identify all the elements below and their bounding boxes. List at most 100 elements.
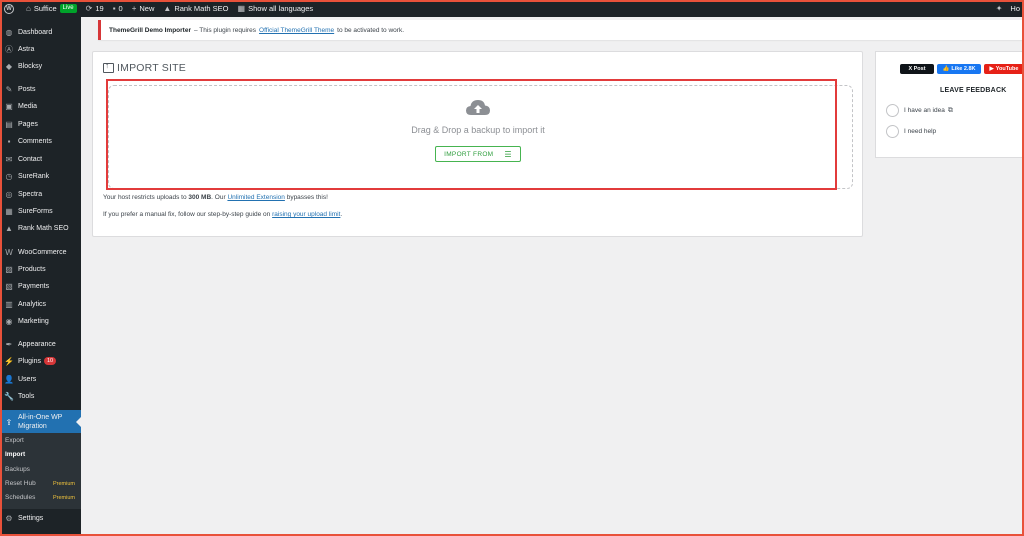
sidebar-item-label: Tools: [18, 392, 35, 400]
x-post-label: X Post: [908, 66, 926, 72]
youtube-label: YouTube: [995, 66, 1019, 72]
sidebar-item-appearance[interactable]: ✒ Appearance: [0, 336, 81, 352]
rankmath-menu[interactable]: ▲ Rank Math SEO: [163, 4, 228, 13]
sidebar-item-payments[interactable]: ▧ Payments: [0, 278, 81, 294]
sidebar-item-posts[interactable]: ✎ Posts: [0, 81, 81, 97]
sidebar-item-label: Products: [18, 265, 46, 273]
sidebar-item-users[interactable]: 👤 Users: [0, 371, 81, 387]
sidebar-item-label: Contact: [18, 155, 43, 163]
sidebar-item-label: Payments: [18, 282, 50, 290]
sidebar-item-label: WooCommerce: [18, 248, 67, 256]
sidebar-item-astra[interactable]: Ⓐ Astra: [0, 41, 81, 57]
unlimited-extension-link[interactable]: Unlimited Extension: [227, 194, 284, 201]
sidebar-item-sureforms[interactable]: ▦ SureForms: [0, 203, 81, 219]
import-site-card: IMPORT SITE: [92, 51, 863, 237]
sidebar-item-label: SureRank: [18, 172, 50, 180]
wp-logo-menu[interactable]: W: [4, 3, 17, 14]
feedback-title: LEAVE FEEDBACK: [940, 87, 1007, 94]
comment-icon: ▪: [112, 4, 116, 13]
sidebar-item-contact[interactable]: ✉ Contact: [0, 151, 81, 167]
sidebar-item-label: Appearance: [18, 340, 56, 348]
sidebar-item-woocommerce[interactable]: W WooCommerce: [0, 244, 81, 260]
drag-drop-text: Drag & Drop a backup to import it: [411, 125, 545, 135]
comments-menu[interactable]: ▪ 0: [113, 4, 123, 13]
notice-text-after: to be activated to work.: [337, 26, 405, 34]
upload-limit-guide-link[interactable]: raising your upload limit: [272, 211, 340, 218]
sidebar-item-label: Rank Math SEO: [18, 224, 69, 232]
import-icon: [103, 61, 114, 73]
products-icon: ▨: [5, 264, 13, 274]
sidebar-item-media[interactable]: ▣ Media: [0, 98, 81, 114]
info-text: bypasses this!: [286, 194, 328, 201]
sidebar-item-label: All-in-One WP Migration: [18, 414, 63, 430]
sureforms-icon: ▦: [5, 206, 13, 216]
updates-icon: ⟳: [85, 4, 93, 13]
page-title-text: IMPORT SITE: [117, 62, 186, 74]
sidebar-item-all-in-one-wp-migration[interactable]: ⇪ All-in-One WP Migration: [0, 410, 81, 434]
sidebar-item-label: Blocksy: [18, 62, 43, 70]
sidebar-item-blocksy[interactable]: ◆ Blocksy: [0, 58, 81, 74]
translate-icon: ▦: [237, 4, 246, 13]
notice-link[interactable]: Official ThemeGrill Theme: [259, 27, 334, 34]
submenu-item-reset-hub[interactable]: Reset Hub Premium: [5, 480, 79, 487]
submenu-item-label: Schedules: [5, 494, 36, 501]
sidebar-item-label: Dashboard: [18, 28, 53, 36]
updates-count: 19: [95, 4, 104, 13]
rankmath-label: Rank Math SEO: [174, 4, 229, 13]
info-text: Your host restricts uploads to: [103, 194, 187, 201]
help-option[interactable]: I need help: [886, 125, 936, 138]
sparkle-icon: ✦: [995, 4, 1003, 13]
sidebar-item-tools[interactable]: 🔧 Tools: [0, 388, 81, 404]
idea-option[interactable]: I have an idea ⧉: [886, 104, 953, 117]
updates-menu[interactable]: ⟳ 19: [86, 4, 104, 13]
submenu-item-import[interactable]: Import: [5, 451, 79, 458]
account-menu[interactable]: ✦ Ho: [996, 0, 1020, 17]
premium-badge: Premium: [52, 494, 75, 501]
sidebar-item-products[interactable]: ▨ Products: [0, 261, 81, 277]
manual-fix-info: If you prefer a manual fix, follow our s…: [103, 211, 342, 218]
youtube-icon: ▶: [989, 66, 994, 72]
plugins-icon: ⚡: [4, 356, 14, 366]
rankmath-icon: ▲: [163, 4, 172, 13]
upload-limit-info: Your host restricts uploads to 300 MB. O…: [103, 194, 328, 201]
surerank-icon: ◷: [5, 171, 13, 181]
sidebar-item-label: Posts: [18, 85, 36, 93]
sidebar-item-comments[interactable]: ▪ Comments: [0, 133, 81, 149]
submenu-item-export[interactable]: Export: [5, 437, 79, 444]
languages-menu[interactable]: ▦ Show all languages: [238, 4, 314, 13]
sidebar-item-plugins[interactable]: ⚡ Plugins 10: [0, 353, 81, 369]
site-name-menu[interactable]: ⌂ Suffice Live: [26, 4, 77, 13]
x-post-button[interactable]: X Post: [900, 64, 934, 74]
facebook-like-button[interactable]: 👍 Like 2.8K: [937, 64, 981, 74]
comments-icon: ▪: [7, 136, 11, 146]
sidebar-item-surerank[interactable]: ◷ SureRank: [0, 168, 81, 184]
radio-circle: [886, 104, 899, 117]
sidebar-item-dashboard[interactable]: ◍ Dashboard: [0, 24, 81, 40]
sidebar-item-rank-math-seo[interactable]: ▲ Rank Math SEO: [0, 220, 81, 236]
sidebar-item-spectra[interactable]: ◎ Spectra: [0, 186, 81, 202]
notice-text: – This plugin requires: [194, 26, 257, 34]
new-content-menu[interactable]: + New: [132, 4, 155, 13]
upload-limit-size: 300 MB: [188, 194, 212, 201]
submenu-item-schedules[interactable]: Schedules Premium: [5, 494, 79, 501]
site-name: Suffice: [33, 4, 57, 13]
radio-circle: [886, 125, 899, 138]
howdy-label: Ho: [1010, 4, 1020, 13]
woocommerce-icon: W: [5, 247, 13, 257]
cloud-upload-icon: [466, 100, 490, 115]
sidebar-item-marketing[interactable]: ◉ Marketing: [0, 313, 81, 329]
languages-label: Show all languages: [248, 4, 314, 13]
idea-label: I have an idea: [904, 107, 945, 114]
analytics-icon: ▥: [5, 299, 13, 309]
sidebar-item-analytics[interactable]: ▥ Analytics: [0, 296, 81, 312]
settings-icon: ⚙: [5, 513, 13, 523]
notice-title: ThemeGrill Demo Importer: [109, 26, 191, 34]
comments-count: 0: [118, 4, 123, 13]
payments-icon: ▧: [5, 281, 13, 291]
media-icon: ▣: [5, 101, 13, 111]
migration-icon: ⇪: [5, 417, 13, 427]
submenu-item-backups[interactable]: Backups: [5, 466, 79, 473]
youtube-button[interactable]: ▶ YouTube: [984, 64, 1024, 74]
import-from-button[interactable]: IMPORT FROM ☰: [435, 146, 521, 162]
sidebar-item-settings[interactable]: ⚙ Settings: [0, 510, 81, 526]
